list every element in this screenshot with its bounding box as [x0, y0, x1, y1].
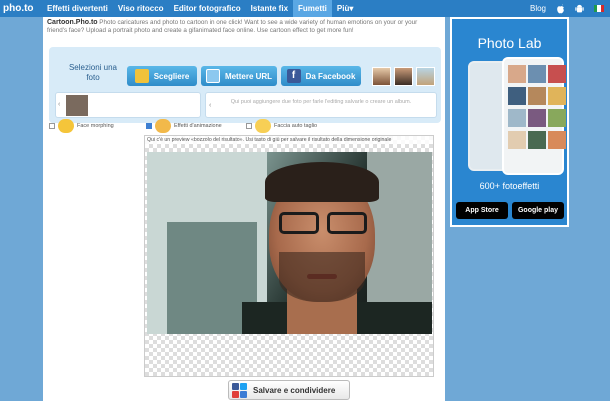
nav-item-editor[interactable]: Editor fotografico: [169, 0, 246, 17]
photo-select-box: Selezioni una foto Scegliere Mettere URL…: [49, 47, 441, 123]
intro-text: Cartoon.Pho.to Photo caricatures and pho…: [47, 19, 439, 35]
smiley-icon: [58, 119, 74, 133]
italy-flag-icon[interactable]: [594, 5, 604, 12]
intro-title: Cartoon.Pho.to: [47, 19, 98, 26]
auto-crop-checkbox[interactable]: [246, 123, 252, 129]
nav-menu: Effetti divertenti Viso ritocco Editor f…: [42, 0, 358, 17]
preview-note: Qui c'è un preview «bozzolo del risultat…: [145, 136, 433, 144]
photolab-ad[interactable]: Photo Lab 600+ fotoeffetti App Store Goo…: [450, 17, 569, 227]
face-morphing-label: Face morphing: [77, 123, 114, 129]
facebook-label: Da Facebook: [305, 71, 356, 81]
sample-photo-1[interactable]: [372, 67, 391, 86]
top-nav: pho.to Effetti divertenti Viso ritocco E…: [0, 0, 610, 17]
album-hint: Qui puoi aggiungere due foto per farle l…: [230, 99, 412, 105]
sample-photo-3[interactable]: [416, 67, 435, 86]
url-button[interactable]: Mettere URL: [201, 66, 277, 86]
intro-description: Photo caricatures and photo to cartoon i…: [47, 19, 418, 34]
site-logo[interactable]: pho.to: [0, 3, 42, 14]
ad-effects-count: 600+ fotoeffetti: [479, 181, 540, 191]
effects-row: Face morphing Effetti d'animazione Facci…: [47, 117, 443, 135]
nav-item-piu[interactable]: Più▾: [332, 0, 358, 17]
ad-title: Photo Lab: [477, 35, 542, 51]
cartoon-photo: [147, 152, 432, 334]
url-label: Mettere URL: [224, 71, 273, 81]
uploaded-photo-thumb[interactable]: [66, 95, 88, 116]
effect-face-morphing[interactable]: Face morphing: [49, 117, 114, 135]
social-icons: [232, 382, 247, 398]
choose-button[interactable]: Scegliere: [127, 66, 197, 86]
select-photo-title: Selezioni una foto: [68, 63, 118, 82]
folder-icon: [134, 69, 149, 83]
animation-checkbox[interactable]: [146, 123, 152, 129]
nav-item-viso[interactable]: Viso ritocco: [113, 0, 169, 17]
animation-label: Effetti d'animazione: [174, 123, 222, 129]
auto-crop-label: Faccia auto taglio: [274, 123, 318, 129]
facebook-icon: f: [286, 69, 301, 83]
animation-icon: [155, 119, 171, 133]
blog-link[interactable]: Blog: [530, 4, 546, 13]
nav-item-fumetti[interactable]: Fumetti: [293, 0, 332, 17]
face-morphing-checkbox[interactable]: [49, 123, 55, 129]
google-play-badge[interactable]: Google play: [512, 202, 564, 219]
main-panel: Cartoon.Pho.to Photo caricatures and pho…: [43, 17, 445, 401]
apple-icon[interactable]: [556, 3, 565, 14]
uploaded-photos-strip: ‹: [55, 92, 201, 118]
choose-label: Scegliere: [153, 71, 190, 81]
effect-animation[interactable]: Effetti d'animazione: [146, 117, 222, 135]
link-icon: [205, 69, 220, 83]
sample-photo-2[interactable]: [394, 67, 413, 86]
chevron-left-icon[interactable]: ‹: [58, 101, 60, 108]
preview-canvas: Qui c'è un preview «bozzolo del risultat…: [144, 135, 434, 377]
save-share-button[interactable]: Salvare e condividere: [228, 380, 350, 400]
nav-item-istante[interactable]: Istante fix: [246, 0, 293, 17]
android-icon[interactable]: [575, 4, 584, 14]
save-share-label: Salvare e condividere: [253, 385, 336, 395]
facebook-button[interactable]: f Da Facebook: [281, 66, 361, 86]
nav-item-effetti[interactable]: Effetti divertenti: [42, 0, 113, 17]
album-strip: ‹ Qui puoi aggiungere due foto per farle…: [205, 92, 437, 118]
effect-auto-crop[interactable]: Faccia auto taglio: [246, 117, 317, 135]
crop-icon: [255, 119, 271, 133]
chevron-left-icon[interactable]: ‹: [209, 102, 211, 109]
nav-right: Blog: [530, 0, 604, 17]
phone-image-front: [502, 57, 566, 175]
app-store-badge[interactable]: App Store: [456, 202, 508, 219]
